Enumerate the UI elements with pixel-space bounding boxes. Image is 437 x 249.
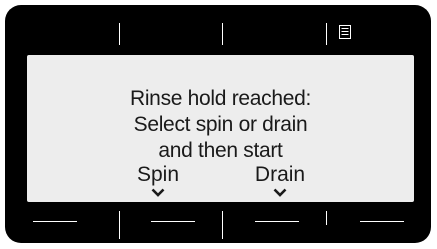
bottom-divider-3 bbox=[326, 211, 327, 225]
softkey-drain-indicator[interactable] bbox=[255, 221, 299, 222]
message-line-3: and then start bbox=[158, 139, 283, 162]
bottom-divider-1 bbox=[119, 211, 120, 239]
top-button-2[interactable] bbox=[120, 10, 220, 42]
bottom-divider-2 bbox=[222, 211, 223, 239]
message-line-2: Select spin or drain bbox=[133, 113, 308, 136]
softkey-4-indicator[interactable] bbox=[360, 221, 404, 222]
top-button-1[interactable] bbox=[15, 10, 115, 42]
menu-list-icon[interactable] bbox=[339, 25, 351, 39]
softkey-spin-indicator[interactable] bbox=[151, 221, 195, 222]
bottom-button-bar bbox=[5, 205, 431, 243]
chevron-down-icon bbox=[151, 188, 165, 197]
top-button-3[interactable] bbox=[223, 10, 323, 42]
top-button-bar bbox=[5, 5, 431, 45]
chevron-down-icon bbox=[273, 188, 287, 197]
option-spin-label: Spin bbox=[136, 163, 180, 186]
lcd-screen: Rinse hold reached: Select spin or drain… bbox=[27, 55, 414, 202]
option-drain-label: Drain bbox=[254, 163, 306, 186]
softkey-1-indicator[interactable] bbox=[33, 221, 77, 222]
control-panel-bezel: Rinse hold reached: Select spin or drain… bbox=[5, 5, 431, 243]
message-line-1: Rinse hold reached: bbox=[129, 87, 312, 110]
